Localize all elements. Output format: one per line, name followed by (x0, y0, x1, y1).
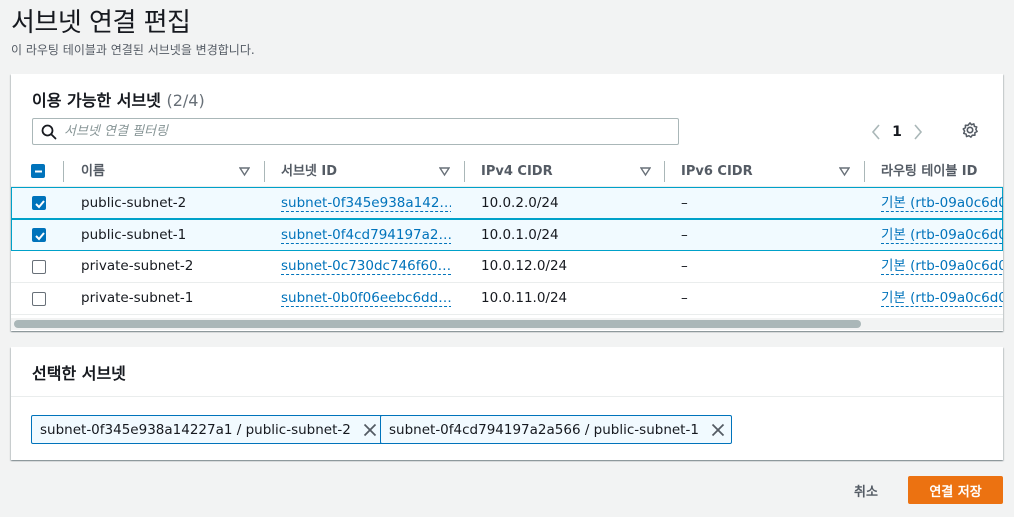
available-subnets-header: 이용 가능한 서브넷 (2/4) (32, 87, 205, 111)
chevron-right-icon (914, 124, 923, 140)
subnet-id-link[interactable]: subnet-0f4cd794197a2… (281, 227, 451, 244)
route-table-link[interactable]: 기본 (rtb-09a0c6d0( (881, 290, 1003, 307)
page-title: 서브넷 연결 편집 (11, 8, 191, 38)
route-table-link[interactable]: 기본 (rtb-09a0c6d0( (881, 195, 1003, 212)
select-all-checkbox[interactable] (31, 164, 45, 178)
ipv6-cidr: – (681, 227, 688, 243)
selected-subnets-panel: 선택한 서브넷 subnet-0f345e938a14227a1 / publi… (11, 347, 1003, 460)
column-separator[interactable] (864, 161, 865, 182)
column-separator (63, 161, 64, 182)
remove-token-button[interactable] (705, 416, 731, 443)
row-checkbox[interactable] (32, 228, 46, 242)
available-subnets-title: 이용 가능한 서브넷 (32, 91, 161, 110)
token-label: subnet-0f4cd794197a2a566 / public-subnet… (389, 421, 699, 438)
ipv6-cidr: – (681, 258, 688, 274)
selected-subnets-title: 선택한 서브넷 (32, 364, 126, 383)
ipv4-cidr: 10.0.11.0/24 (481, 290, 568, 306)
remove-token-button[interactable] (357, 416, 383, 443)
horizontal-scrollbar[interactable] (11, 318, 1003, 330)
subnet-id-link[interactable]: subnet-0c730dc746f60… (281, 258, 451, 275)
subnet-name: public-subnet-1 (81, 227, 187, 243)
ipv4-cidr: 10.0.2.0/24 (481, 195, 559, 211)
filter-input[interactable] (64, 122, 664, 141)
sort-icon[interactable] (239, 166, 250, 177)
indeterminate-icon (35, 170, 42, 173)
cancel-button[interactable]: 취소 (840, 477, 892, 503)
divider (11, 396, 1003, 397)
close-icon (363, 423, 376, 436)
subnet-name: private-subnet-2 (81, 258, 194, 274)
gear-icon[interactable] (961, 121, 979, 139)
column-header-subnet-id[interactable]: 서브넷 ID (281, 156, 337, 187)
page-number[interactable]: 1 (886, 124, 908, 140)
subnet-id-link[interactable]: subnet-0b0f06eebc6dd… (281, 290, 451, 307)
token-label: subnet-0f345e938a14227a1 / public-subnet… (40, 421, 351, 438)
sort-icon[interactable] (640, 166, 651, 177)
route-table-link[interactable]: 기본 (rtb-09a0c6d0( (881, 227, 1003, 244)
selected-subnet-token: subnet-0f4cd794197a2a566 / public-subnet… (380, 415, 732, 444)
table-row[interactable]: public-subnet-2 subnet-0f345e938a142… 10… (11, 187, 1003, 219)
ipv6-cidr: – (681, 290, 688, 306)
column-header-ipv6[interactable]: IPv6 CIDR (681, 156, 753, 187)
filter-box[interactable] (32, 118, 679, 145)
selection-count: (2/4) (166, 91, 205, 110)
pagination: 1 (866, 122, 928, 142)
row-checkbox[interactable] (32, 260, 46, 274)
table-row[interactable]: public-subnet-1 subnet-0f4cd794197a2… 10… (11, 219, 1003, 251)
ipv4-cidr: 10.0.1.0/24 (481, 227, 559, 243)
route-table-link[interactable]: 기본 (rtb-09a0c6d0( (881, 258, 1003, 275)
row-checkbox[interactable] (32, 196, 46, 210)
page-description: 이 라우팅 테이블과 연결된 서브넷을 변경합니다. (11, 43, 255, 57)
table-row[interactable]: private-subnet-1 subnet-0b0f06eebc6dd… 1… (11, 283, 1003, 315)
column-separator[interactable] (664, 161, 665, 182)
subnet-name: public-subnet-2 (81, 195, 187, 211)
subnet-id-link[interactable]: subnet-0f345e938a142… (281, 195, 451, 212)
save-associations-button[interactable]: 연결 저장 (908, 476, 1003, 504)
ipv6-cidr: – (681, 195, 688, 211)
subnet-name: private-subnet-1 (81, 290, 194, 306)
scrollbar-thumb[interactable] (14, 320, 861, 328)
table-row[interactable]: private-subnet-2 subnet-0c730dc746f60… 1… (11, 251, 1003, 283)
close-icon (711, 423, 725, 436)
ipv4-cidr: 10.0.12.0/24 (481, 258, 568, 274)
column-separator[interactable] (464, 161, 465, 182)
column-header-route-table[interactable]: 라우팅 테이블 ID (881, 156, 977, 187)
previous-page-button[interactable] (866, 122, 886, 142)
search-icon (41, 124, 57, 140)
table-header: 이름 서브넷 ID IPv4 CIDR IPv6 CIDR 라우팅 테이블 ID (11, 156, 1003, 187)
column-header-ipv4[interactable]: IPv4 CIDR (481, 156, 553, 187)
sort-icon[interactable] (439, 166, 450, 177)
chevron-left-icon (871, 124, 880, 140)
selected-subnet-token: subnet-0f345e938a14227a1 / public-subnet… (31, 415, 384, 444)
column-separator[interactable] (264, 161, 265, 182)
available-subnets-panel: 이용 가능한 서브넷 (2/4) 1 이름 서브넷 ID IPv4 (11, 74, 1003, 331)
column-header-name[interactable]: 이름 (81, 156, 105, 187)
check-icon (35, 200, 45, 209)
sort-icon[interactable] (839, 166, 850, 177)
next-page-button[interactable] (908, 122, 928, 142)
row-checkbox[interactable] (32, 292, 46, 306)
check-icon (35, 232, 45, 241)
